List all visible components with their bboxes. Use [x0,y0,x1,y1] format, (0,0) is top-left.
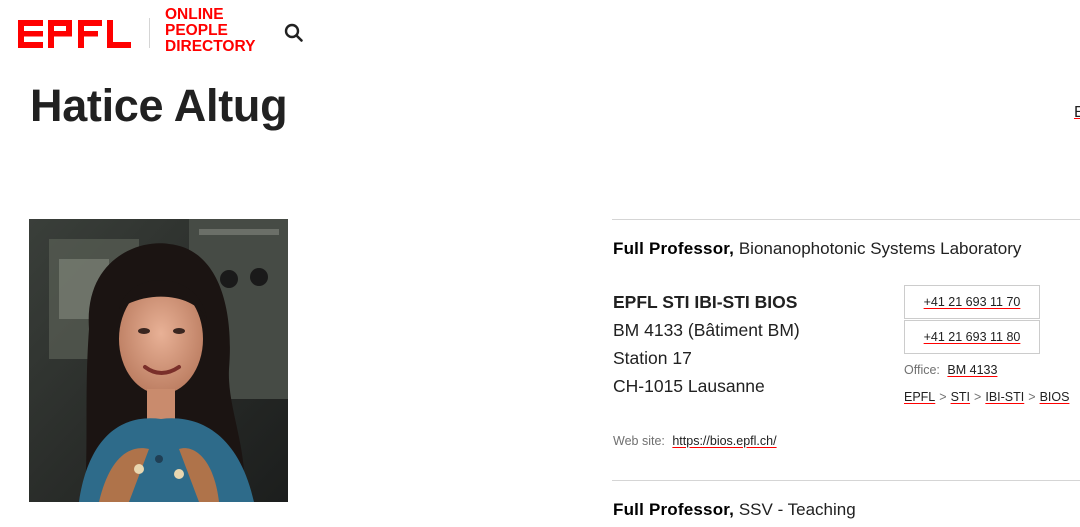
phone-button-2[interactable]: +41 21 693 11 80 [904,320,1040,354]
breadcrumb-ibi-sti[interactable]: IBI-STI [985,390,1024,404]
breadcrumb-separator: > [974,390,982,404]
site-title-line-2: PEOPLE [165,22,228,39]
edit-profile-link[interactable]: E [1074,104,1080,122]
unit-breadcrumb: EPFL > STI > IBI-STI > BIOS [904,390,1069,404]
address-unit: EPFL STI IBI-STI BIOS [613,292,798,312]
position-unit: SSV - Teaching [738,500,856,519]
website-link[interactable]: https://bios.epfl.ch/ [672,434,776,448]
postal-address: EPFL STI IBI-STI BIOS BM 4133 (Bâtiment … [613,288,800,400]
profile-photo [29,219,288,502]
site-title-line-3: DIRECTORY [165,38,256,55]
breadcrumb-sti[interactable]: STI [951,390,970,404]
breadcrumb-bios[interactable]: BIOS [1040,390,1070,404]
page-title: Hatice Altug [30,80,288,131]
breadcrumb-separator: > [1028,390,1036,404]
breadcrumb-separator: > [939,390,947,404]
position-title: Full Professor, [613,500,735,519]
breadcrumb-epfl[interactable]: EPFL [904,390,935,404]
header-divider [149,18,150,48]
epfl-logo[interactable] [18,15,132,51]
site-title-line-1: ONLINE [165,6,224,23]
phone-button-1[interactable]: +41 21 693 11 70 [904,285,1040,319]
office-label: Office: [904,363,940,377]
address-line-1: BM 4133 (Bâtiment BM) [613,320,800,340]
position-heading: Full Professor, Bionanophotonic Systems … [613,239,1021,259]
search-icon [284,23,303,42]
address-line-3: CH-1015 Lausanne [613,376,765,396]
search-button[interactable] [283,22,305,44]
section-divider [612,480,1080,481]
site-header: ONLINE PEOPLE DIRECTORY [0,0,1080,62]
position-heading: Full Professor, SSV - Teaching [613,500,856,520]
site-title[interactable]: ONLINE PEOPLE DIRECTORY [165,7,255,55]
position-title: Full Professor, [613,239,735,258]
address-line-2: Station 17 [613,348,692,368]
office-link[interactable]: BM 4133 [947,363,997,377]
position-unit: Bionanophotonic Systems Laboratory [738,239,1022,258]
website-label: Web site: [613,434,665,448]
office-info: Office: BM 4133 [904,363,997,377]
website-info: Web site: https://bios.epfl.ch/ [613,434,777,448]
section-divider [612,219,1080,220]
